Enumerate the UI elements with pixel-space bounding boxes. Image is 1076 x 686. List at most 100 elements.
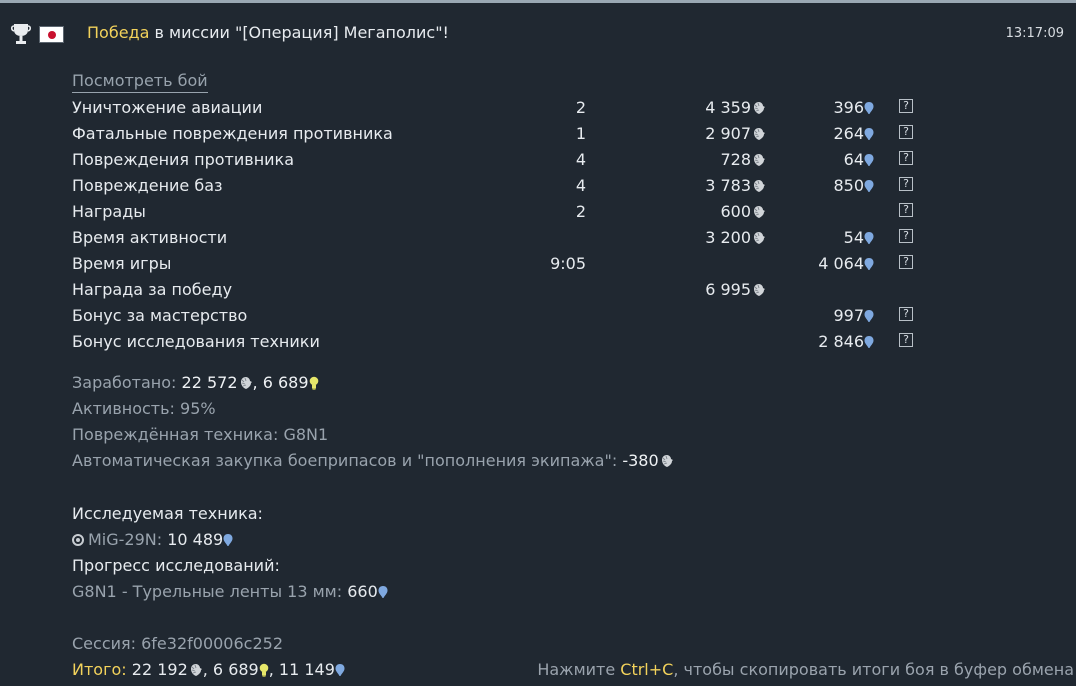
reward-rp-value: 4 064 — [818, 254, 864, 273]
help-icon[interactable]: ? — [899, 307, 913, 321]
reward-label: Уничтожение авиации — [72, 98, 263, 117]
reward-count: 2 — [575, 202, 586, 221]
help-icon[interactable]: ? — [899, 151, 913, 165]
target-icon — [72, 534, 84, 546]
reward-rp-value: 54 — [843, 228, 864, 247]
help-icon[interactable]: ? — [899, 333, 913, 347]
mission-text: в миссии "[Операция] Мегаполис"! — [149, 23, 449, 42]
research-points-icon — [864, 335, 874, 349]
total-line: Итого: 22 192, 6 689, 11 149 — [72, 660, 345, 679]
silver-lions-icon — [660, 454, 674, 468]
reward-rp-value: 396 — [833, 98, 864, 117]
summary-block: Заработано: 22 572, 6 689 Активность: 95… — [72, 373, 674, 477]
reward-silver-value: 3 200 — [705, 228, 751, 247]
reward-label: Время игры — [72, 254, 172, 273]
reward-silver: 2 907 — [705, 124, 766, 143]
help-icon[interactable]: ? — [899, 177, 913, 191]
reward-label: Время активности — [72, 228, 228, 247]
session-id: Сессия: 6fe32f00006c252 — [72, 634, 283, 653]
damaged-label: Повреждённая техника: — [72, 425, 284, 444]
mission-result-title: Победа в миссии "[Операция] Мегаполис"! — [87, 23, 449, 42]
reward-rp: 396 — [833, 98, 874, 117]
reward-silver: 4 359 — [705, 98, 766, 117]
reward-row: Фатальные повреждения противника 1 2 907 26… — [72, 121, 952, 147]
silver-lions-icon — [752, 205, 766, 219]
reward-row: Награда за победу 6 995 — [72, 277, 952, 303]
reward-rp: 850 — [833, 176, 874, 195]
reward-rp: 4 064 — [818, 254, 874, 273]
trophy-icon — [10, 24, 32, 44]
reward-rp: 2 846 — [818, 332, 874, 351]
earned-sep: , — [252, 373, 263, 392]
reward-rp-value: 997 — [833, 306, 864, 325]
reward-label: Бонус исследования техники — [72, 332, 320, 351]
reward-silver-value: 2 907 — [705, 124, 751, 143]
reward-row: Бонус за мастерство 997? — [72, 303, 952, 329]
reward-rp-value: 850 — [833, 176, 864, 195]
earned-crp: 6 689 — [262, 373, 309, 392]
researched-vehicle-label: Исследуемая техника: — [72, 504, 263, 523]
help-icon[interactable]: ? — [899, 125, 913, 139]
reward-count: 4 — [575, 150, 586, 169]
reward-silver-value: 4 359 — [705, 98, 751, 117]
hint-keys: Ctrl+C — [620, 660, 674, 679]
silver-lions-icon — [752, 101, 766, 115]
autobuy-label: Автоматическая закупка боеприпасов и "по… — [72, 451, 623, 470]
module-rp: 660 — [347, 582, 378, 601]
reward-silver: 3 783 — [705, 176, 766, 195]
research-module-line: G8N1 - Турельные ленты 13 мм: 660 — [72, 582, 388, 608]
research-points-icon — [864, 179, 874, 193]
damaged-value: G8N1 — [283, 425, 329, 444]
module-label: G8N1 - Турельные ленты 13 мм: — [72, 582, 348, 601]
reward-silver-value: 3 783 — [705, 176, 751, 195]
reward-silver: 3 200 — [705, 228, 766, 247]
silver-lions-icon — [752, 283, 766, 297]
silver-lions-icon — [752, 179, 766, 193]
top-divider — [0, 0, 1076, 3]
research-points-icon — [378, 585, 388, 599]
convertible-rp-icon — [309, 376, 319, 390]
reward-label: Награда за победу — [72, 280, 233, 299]
total-sep2: , — [268, 660, 279, 679]
reward-label: Повреждение баз — [72, 176, 223, 195]
silver-lions-icon — [239, 376, 253, 390]
timestamp: 13:17:09 — [1005, 26, 1064, 41]
damaged-vehicle-line: Повреждённая техника: G8N1 — [72, 425, 674, 451]
research-points-icon — [864, 257, 874, 271]
silver-lions-icon — [752, 231, 766, 245]
rewards-table: Уничтожение авиации 2 4 359 396? Фатальные п… — [72, 95, 952, 355]
reward-silver: 6 995 — [705, 280, 766, 299]
reward-silver-value: 728 — [720, 150, 751, 169]
researched-vehicle-line: MiG-29N: 10 489 — [72, 530, 388, 556]
research-points-icon — [864, 309, 874, 323]
silver-lions-icon — [752, 127, 766, 141]
earned-line: Заработано: 22 572, 6 689 — [72, 373, 674, 399]
help-icon[interactable]: ? — [899, 99, 913, 113]
research-points-icon — [864, 101, 874, 115]
help-icon[interactable]: ? — [899, 229, 913, 243]
reward-rp: 997 — [833, 306, 874, 325]
research-points-icon — [864, 153, 874, 167]
reward-count: 2 — [575, 98, 586, 117]
reward-row: Бонус исследования техники 2 846? — [72, 329, 952, 355]
reward-rp: 64 — [844, 150, 874, 169]
reward-silver: 600 — [720, 202, 766, 221]
research-progress-label: Прогресс исследований: — [72, 556, 280, 575]
reward-rp: 264 — [833, 124, 874, 143]
hint-before: Нажмите — [537, 660, 621, 679]
reward-silver: 728 — [720, 150, 766, 169]
reward-row: Повреждения противника 4 728 64? — [72, 147, 952, 173]
reward-label: Награды — [72, 202, 146, 221]
vehicle-name[interactable]: MiG-29N — [88, 530, 157, 549]
research-block: Исследуемая техника: MiG-29N: 10 489 Про… — [72, 504, 388, 608]
reward-rp: 54 — [844, 228, 874, 247]
help-icon[interactable]: ? — [899, 203, 913, 217]
total-label: Итого: — [72, 660, 127, 679]
help-icon[interactable]: ? — [899, 255, 913, 269]
view-battle-link[interactable]: Посмотреть бой — [72, 71, 208, 93]
reward-silver-value: 6 995 — [705, 280, 751, 299]
research-points-icon — [864, 231, 874, 245]
total-silver: 22 192 — [126, 660, 188, 679]
reward-count: 9:05 — [550, 254, 586, 273]
silver-lions-icon — [752, 153, 766, 167]
